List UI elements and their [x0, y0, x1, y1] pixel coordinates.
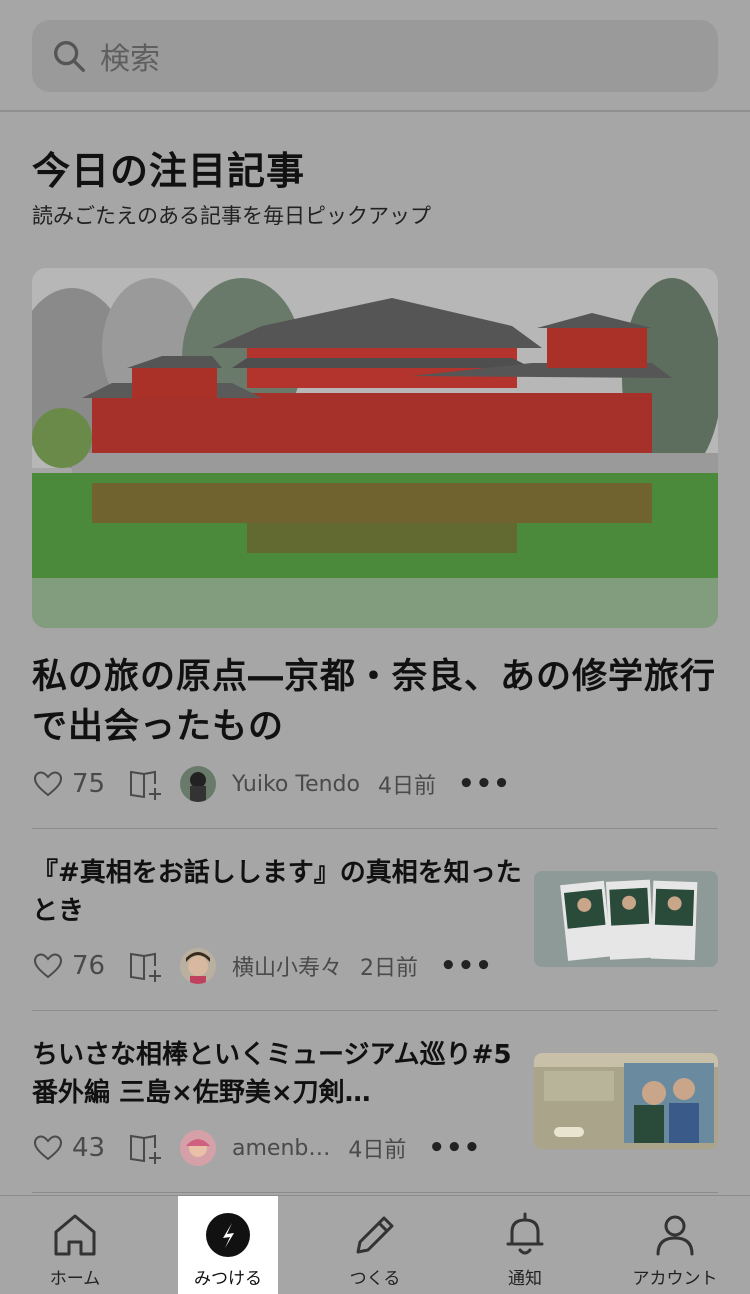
tab-home[interactable]: ホーム: [0, 1196, 150, 1294]
avatar[interactable]: [180, 1130, 216, 1166]
tab-label: アカウント: [632, 1269, 718, 1289]
more-options-icon[interactable]: •••: [440, 951, 493, 981]
featured-article-title[interactable]: 私の旅の原点―京都・奈良、あの修学旅行で出会ったもの: [32, 652, 722, 752]
home-icon: [54, 1214, 96, 1256]
divider: [32, 1010, 718, 1011]
article-title[interactable]: ちいさな相棒といくミュージアム巡り#5 番外編 三島×佐野美×刀剣…: [32, 1036, 522, 1112]
search-icon: [54, 41, 85, 72]
post-time: 2日前: [360, 956, 419, 981]
tab-label: ホーム: [49, 1269, 101, 1289]
avatar[interactable]: [180, 948, 216, 984]
tab-create[interactable]: つくる: [300, 1196, 450, 1294]
article-meta: 43 amenb… 4日前 •••: [32, 1128, 481, 1168]
tab-label: 通知: [508, 1269, 542, 1289]
person-icon: [656, 1215, 694, 1256]
heart-icon[interactable]: [32, 768, 64, 800]
author-name[interactable]: amenb…: [232, 1136, 330, 1161]
section-subtitle: 読みごたえのある記事を毎日ピックアップ: [32, 204, 431, 228]
divider: [32, 1192, 718, 1193]
avatar[interactable]: [180, 766, 216, 802]
pencil-icon: [356, 1216, 394, 1254]
article-thumbnail[interactable]: [534, 871, 718, 967]
heart-icon[interactable]: [32, 1132, 64, 1164]
heart-icon[interactable]: [32, 950, 64, 982]
tab-notifications[interactable]: 通知: [450, 1196, 600, 1294]
search-placeholder: 検索: [100, 42, 160, 77]
search-header: 検索: [0, 0, 750, 112]
article-meta: 76 横山小寿々 2日前 •••: [32, 946, 493, 986]
magazine-add-icon[interactable]: [128, 948, 164, 984]
section-title: 今日の注目記事: [32, 149, 306, 193]
author-name[interactable]: Yuiko Tendo: [232, 772, 360, 797]
more-options-icon[interactable]: •••: [458, 769, 511, 799]
featured-article-image[interactable]: [32, 268, 718, 628]
tab-label: みつける: [194, 1269, 262, 1289]
search-input[interactable]: 検索: [32, 20, 718, 92]
divider: [32, 828, 718, 829]
featured-article-meta: 75 Yuiko Tendo 4日前 •••: [32, 764, 511, 804]
post-time: 4日前: [377, 774, 436, 799]
tab-label: つくる: [349, 1269, 401, 1289]
bottom-tab-bar: ホーム みつける つくる 通知 アカウント: [0, 1195, 750, 1294]
magazine-add-icon[interactable]: [128, 766, 164, 802]
author-name[interactable]: 横山小寿々: [232, 950, 342, 982]
bell-icon: [506, 1212, 544, 1255]
post-time: 4日前: [348, 1138, 407, 1163]
article-title[interactable]: 『#真相をお話しします』の真相を知ったとき: [32, 854, 522, 930]
magazine-add-icon[interactable]: [128, 1130, 164, 1166]
tab-discover[interactable]: みつける: [178, 1196, 278, 1294]
more-options-icon[interactable]: •••: [428, 1133, 481, 1163]
compass-icon: [206, 1213, 250, 1257]
like-count: 75: [72, 769, 106, 799]
like-count: 43: [72, 1133, 106, 1163]
like-count: 76: [72, 951, 106, 981]
article-thumbnail[interactable]: [534, 1053, 718, 1149]
tab-account[interactable]: アカウント: [600, 1196, 750, 1294]
